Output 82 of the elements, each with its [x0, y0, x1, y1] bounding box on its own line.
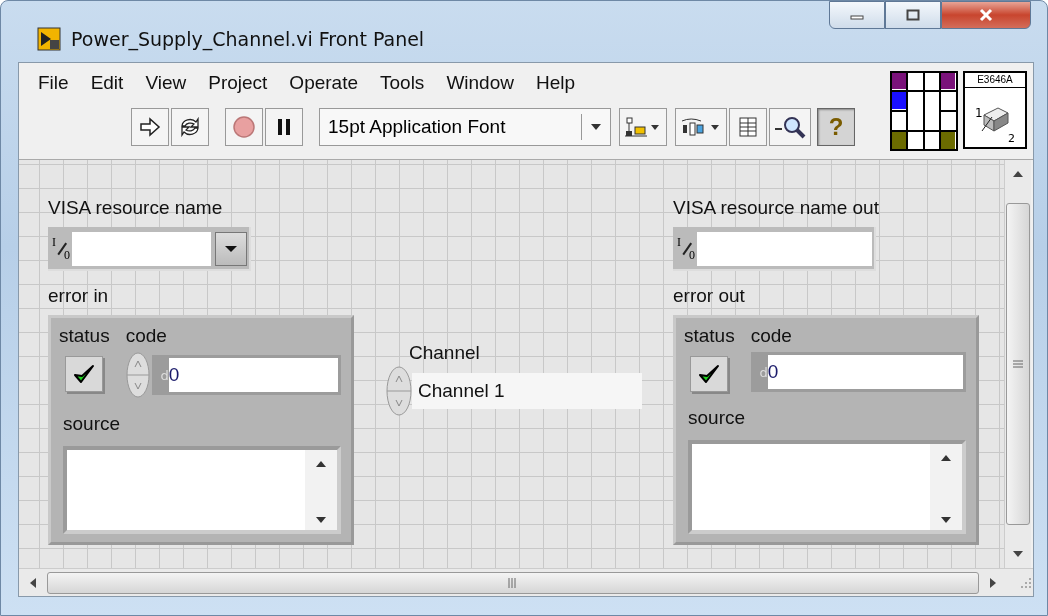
source-label: source [688, 406, 747, 430]
io-glyph: I 0 [677, 236, 695, 262]
code-field[interactable]: d0 [151, 355, 341, 395]
menu-item[interactable]: Operate [278, 72, 369, 94]
horizontal-scrollbar[interactable] [19, 568, 1033, 596]
scroll-down-icon[interactable] [1012, 550, 1024, 558]
run-continuously-button[interactable] [171, 108, 209, 146]
code-label: code [125, 324, 168, 348]
font-dropdown[interactable]: 15pt Application Font [319, 108, 611, 146]
control-label: Channel [409, 341, 481, 365]
resize-objects-button[interactable] [729, 108, 767, 146]
scroll-thumb[interactable] [47, 571, 979, 594]
radix-label: d [159, 367, 169, 383]
control-label: VISA resource name out [673, 196, 879, 220]
menu-item[interactable]: Tools [369, 72, 436, 94]
menu-item[interactable]: Edit [79, 72, 135, 94]
fraction-numerator: 1 [975, 106, 983, 120]
grip-icon [1012, 359, 1024, 369]
caret-icon [590, 123, 602, 131]
menu-item[interactable]: Help [524, 72, 587, 94]
code-value: 0 [767, 355, 963, 389]
radix-label: d [758, 364, 768, 380]
zoom-button[interactable] [769, 108, 811, 146]
fraction-denominator: 2 [1008, 132, 1015, 145]
scroll-up-icon[interactable] [940, 454, 952, 462]
source-field[interactable] [688, 440, 966, 534]
grip-icon [507, 576, 519, 589]
code-field[interactable]: d0 [750, 352, 966, 392]
minimize-button[interactable] [829, 1, 885, 29]
resize-icon [737, 115, 759, 139]
cycle-arrows-icon [178, 116, 202, 138]
scroll-down-icon[interactable] [315, 516, 327, 524]
distribute-objects-button[interactable] [675, 108, 727, 146]
menu-item[interactable]: Project [197, 72, 279, 94]
status-label: status [684, 324, 735, 348]
model-label: E3646A [965, 73, 1025, 88]
status-label: status [59, 324, 110, 348]
visa-resource-field[interactable]: I 0 [673, 227, 876, 271]
source-field[interactable] [63, 446, 341, 534]
control-label: VISA resource name [48, 196, 224, 220]
io-glyph: I 0 [52, 236, 70, 262]
pause-icon [276, 117, 292, 137]
status-checkbox[interactable] [690, 356, 729, 392]
source-label: source [63, 412, 122, 436]
connector-pane-icon [890, 71, 958, 151]
close-button[interactable] [941, 1, 1031, 29]
context-help-button[interactable]: ? [817, 108, 855, 146]
code-label: code [750, 324, 793, 348]
align-objects-button[interactable] [619, 108, 667, 146]
checkmark-icon [72, 363, 97, 385]
menu-item[interactable]: Window [435, 72, 525, 94]
stop-icon [232, 115, 256, 139]
arrow-icon [139, 117, 161, 137]
scroll-down-icon[interactable] [940, 516, 952, 524]
scroll-thumb[interactable] [1006, 203, 1030, 525]
window-title: Power_Supply_Channel.vi Front Panel [71, 27, 425, 50]
menu-item[interactable]: View [134, 72, 198, 94]
visa-resource-field[interactable]: I 0 [48, 227, 251, 271]
scroll-up-icon[interactable] [1012, 170, 1024, 178]
magnifier-icon [773, 114, 807, 140]
caret-icon [224, 245, 238, 253]
vertical-scrollbar[interactable] [1004, 160, 1031, 568]
scrollbar[interactable] [305, 450, 337, 530]
dropdown-button[interactable] [215, 232, 247, 266]
maximize-button[interactable] [885, 1, 941, 29]
scroll-right-icon[interactable] [989, 576, 997, 589]
menu-item[interactable]: File [27, 72, 80, 94]
cluster-label: error in [48, 284, 110, 308]
cluster-label: error out [673, 284, 746, 308]
close-icon [978, 8, 994, 22]
checkmark-icon [697, 363, 722, 385]
code-value: 0 [168, 358, 338, 392]
scroll-left-icon[interactable] [29, 576, 37, 589]
scrollbar[interactable] [930, 444, 962, 530]
app-icon [37, 26, 61, 51]
pause-button[interactable] [265, 108, 303, 146]
maximize-icon [906, 9, 920, 21]
run-button[interactable] [131, 108, 169, 146]
resize-grip-icon[interactable] [1019, 575, 1033, 590]
status-checkbox[interactable] [65, 356, 104, 392]
scroll-up-icon[interactable] [315, 460, 327, 468]
channel-ring-field[interactable]: Channel 1 [412, 373, 642, 409]
